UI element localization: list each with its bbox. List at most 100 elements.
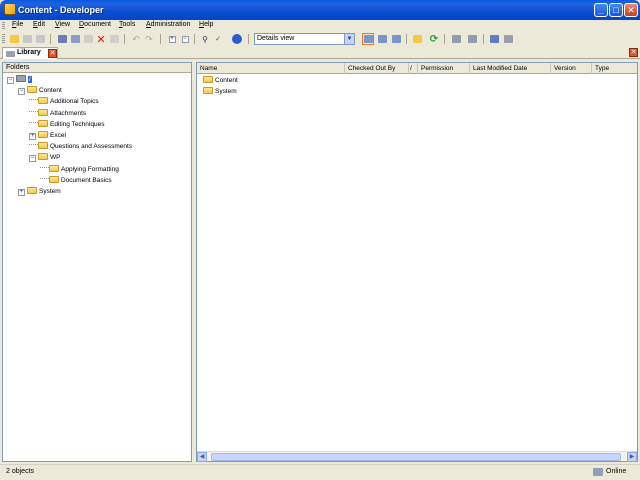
open-folder-icon[interactable] [8,33,20,45]
save-icon[interactable] [21,33,33,45]
tree-item-label: Applying Formatting [61,165,119,173]
help-icon[interactable] [231,33,243,45]
find-icon[interactable]: ⚲ [199,33,211,45]
folder-icon [49,175,59,183]
folder-icon [27,86,37,94]
toolbar-separator [483,34,484,44]
tree-item-additional-topics[interactable]: Additional Topics [29,97,99,107]
refresh-icon[interactable]: ⟳ [428,33,440,45]
columns-view-icon[interactable] [390,33,402,45]
content-list-pane: Name Checked Out By / Permission Last Mo… [196,62,638,462]
collapse-icon[interactable]: − [179,33,191,45]
expand-node-icon[interactable]: + [29,133,36,140]
rename-icon[interactable] [108,33,120,45]
delete-icon[interactable]: ✕ [95,33,107,46]
check-in-icon[interactable] [466,33,478,45]
menu-tools[interactable]: Tools [119,21,135,28]
list-item-name: Content [215,77,238,84]
list-item[interactable]: Content [203,75,238,86]
menu-file[interactable]: File [12,21,23,28]
tab-library[interactable]: Library ✕ [2,47,58,59]
library-icon [6,51,15,57]
scrollbar-thumb[interactable] [211,453,621,461]
tab-close-icon[interactable]: ✕ [48,49,57,58]
menu-edit[interactable]: Edit [33,21,45,28]
menu-view[interactable]: View [55,21,70,28]
title-bar: Content - Developer _ □ ✕ [0,0,640,20]
menu-document[interactable]: Document [79,21,111,28]
toolbar-separator [124,34,125,44]
tree-item-applying-formatting[interactable]: Applying Formatting [40,164,119,175]
tree-item-questions-and-assessments[interactable]: Questions and Assessments [29,142,132,152]
folders-pane: Folders − / − Content Additional Topics Attac… [2,62,192,462]
tree-item-wp[interactable]: − WP [29,153,60,163]
undo-icon[interactable]: ↶ [130,33,142,45]
column-checked-out-by[interactable]: Checked Out By [345,63,409,74]
menu-help[interactable]: Help [199,21,213,28]
column-version[interactable]: Version [551,63,592,74]
tree-item-label: Additional Topics [50,98,99,106]
collapse-node-icon[interactable]: − [29,155,36,163]
column-sort-marker[interactable]: / [409,63,418,74]
copy-icon[interactable] [69,33,81,45]
toolbar-grip-icon [2,34,5,44]
column-type[interactable]: Type [592,63,637,74]
connection-status: Online [606,468,627,475]
tree-item-attachments[interactable]: Attachments [29,108,87,119]
column-last-modified[interactable]: Last Modified Date [470,63,551,74]
folder-icon [38,97,48,105]
import-icon[interactable] [488,33,500,45]
save-all-icon[interactable] [34,33,46,45]
object-count: 2 objects [6,468,35,475]
document-tab-strip: Library ✕ ✕ [0,47,640,59]
export-icon[interactable] [502,33,514,45]
collapse-node-icon[interactable]: − [18,88,25,96]
tree-item-label: System [39,188,61,195]
tree-connector [29,121,38,123]
maximize-button[interactable]: □ [609,3,623,17]
close-button[interactable]: ✕ [624,3,638,17]
status-bar: 2 objects Online [0,464,640,480]
check-out-icon[interactable] [450,33,462,45]
cut-icon[interactable] [56,33,68,45]
folder-icon [38,131,48,138]
toolbar-separator [50,34,51,44]
list-item[interactable]: System [203,86,237,97]
horizontal-scrollbar[interactable]: ◀ ▶ [197,451,637,462]
scroll-left-icon[interactable]: ◀ [197,452,207,462]
collapse-node-icon[interactable]: − [7,77,14,84]
folder-icon [203,87,213,94]
folder-icon [49,164,59,172]
minimize-button[interactable]: _ [594,3,608,17]
paste-icon[interactable] [82,33,94,45]
list-view-icon[interactable] [376,33,388,45]
view-select[interactable]: Details view ▼ [254,33,355,45]
tree-item-editing-techniques[interactable]: Editing Techniques [29,119,104,130]
toolbar-separator [406,34,407,44]
redo-icon[interactable]: ↷ [143,33,155,45]
close-all-tabs-icon[interactable]: ✕ [629,48,638,57]
menu-administration[interactable]: Administration [146,21,190,28]
tree-item-label: Attachments [50,109,87,117]
chevron-down-icon[interactable]: ▼ [344,34,354,44]
column-name[interactable]: Name [197,63,345,74]
scroll-right-icon[interactable]: ▶ [627,452,637,462]
expand-icon[interactable]: + [166,33,178,45]
tree-item-root[interactable]: − / [7,75,32,85]
column-permission[interactable]: Permission [418,63,470,74]
tree-item-label: / [28,76,32,83]
toolbar-separator [194,34,195,44]
folder-icon [38,119,48,127]
properties-icon[interactable] [411,33,423,45]
tree-item-excel[interactable]: + Excel [29,131,66,141]
online-icon [593,468,603,476]
details-view-icon[interactable] [362,33,374,45]
spell-check-icon[interactable]: ✓ [212,33,224,45]
menu-bar: File Edit View Document Tools Administra… [0,20,640,31]
tree-connector [29,144,38,146]
tree-item-label: Excel [50,132,66,139]
tree-item-content[interactable]: − Content [18,86,62,96]
expand-node-icon[interactable]: + [18,189,25,196]
tree-item-document-basics[interactable]: Document Basics [40,175,112,186]
tree-item-system[interactable]: + System [18,187,61,197]
